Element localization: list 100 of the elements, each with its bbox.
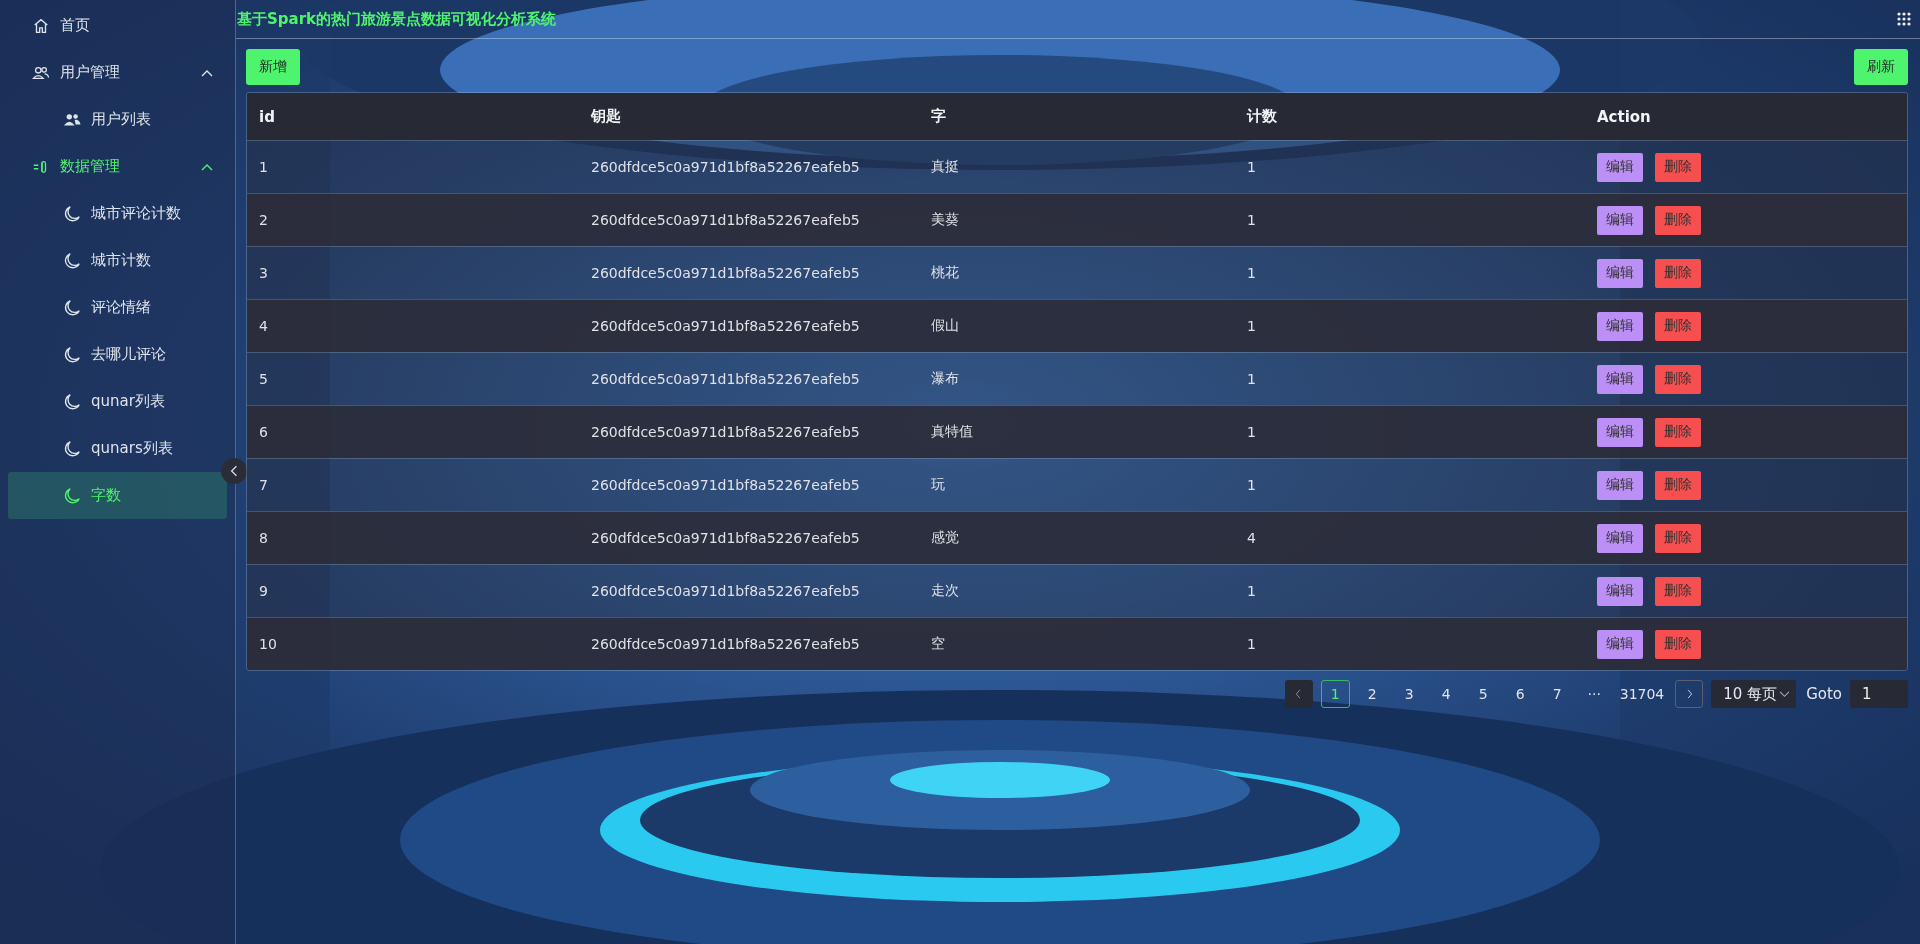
page-button[interactable]: 5	[1468, 680, 1498, 708]
table-cell-text: 2	[259, 212, 269, 228]
menu-label: 去哪儿评论	[91, 345, 166, 364]
delete-button[interactable]: 删除	[1655, 470, 1701, 500]
chevron-right-icon	[1685, 689, 1693, 699]
page-button[interactable]: ···	[1579, 680, 1609, 708]
refresh-button[interactable]: 刷新	[1854, 49, 1908, 85]
table-cell-text: 260dfdce5c0a971d1bf8a52267eafeb5	[591, 318, 861, 334]
table-cell-text: 桃花	[931, 264, 960, 282]
moon-icon	[63, 392, 81, 411]
table-cell-text: 260dfdce5c0a971d1bf8a52267eafeb5	[591, 530, 861, 546]
table-cell-text: 美葵	[931, 211, 960, 229]
menu-item[interactable]: qunars列表	[8, 425, 227, 472]
table-cell-text: 9	[259, 583, 269, 599]
menu-item[interactable]: 首页	[8, 2, 227, 49]
table-cell-text: 1	[1247, 159, 1257, 175]
moon-icon	[63, 439, 81, 458]
table-cell-text: 1	[1247, 212, 1257, 228]
page-button[interactable]: 3	[1394, 680, 1424, 708]
edit-button[interactable]: 编辑	[1597, 205, 1643, 235]
delete-button[interactable]: 删除	[1655, 258, 1701, 288]
table-cell-text: 260dfdce5c0a971d1bf8a52267eafeb5	[591, 636, 861, 652]
edit-button[interactable]: 编辑	[1597, 364, 1643, 394]
chevron-left-icon	[230, 465, 238, 477]
table-cell-text: 感觉	[931, 529, 960, 547]
table-cell-text: 1	[259, 159, 269, 175]
menu-item[interactable]: 用户列表	[8, 96, 227, 143]
column-header: 字	[931, 107, 947, 126]
edit-button[interactable]: 编辑	[1597, 470, 1643, 500]
table-cell-text: 真挺	[931, 158, 960, 176]
column-header: id	[259, 107, 276, 126]
table-cell-text: 1	[1247, 424, 1257, 440]
goto-label: Goto	[1806, 685, 1842, 703]
table-cell-text: 6	[259, 424, 269, 440]
chevron-left-icon	[1295, 689, 1303, 699]
table-cell-text: 8	[259, 530, 269, 546]
table-cell-text: 260dfdce5c0a971d1bf8a52267eafeb5	[591, 424, 861, 440]
column-header: 钥匙	[591, 107, 622, 126]
delete-button[interactable]: 删除	[1655, 523, 1701, 553]
moon-icon	[63, 486, 81, 505]
edit-button[interactable]: 编辑	[1597, 152, 1643, 182]
menu-item[interactable]: 城市评论计数	[8, 190, 227, 237]
delete-button[interactable]: 删除	[1655, 417, 1701, 447]
table-cell-text: 真特值	[931, 423, 974, 441]
table-cell-text: 1	[1247, 477, 1257, 493]
edit-button[interactable]: 编辑	[1597, 629, 1643, 659]
table-cell-text: 5	[259, 371, 269, 387]
menu-item[interactable]: 城市计数	[8, 237, 227, 284]
page-button[interactable]: 7	[1542, 680, 1572, 708]
moon-icon	[63, 298, 81, 317]
edit-button[interactable]: 编辑	[1597, 523, 1643, 553]
delete-button[interactable]: 删除	[1655, 629, 1701, 659]
table-cell-text: 7	[259, 477, 269, 493]
edit-button[interactable]: 编辑	[1597, 311, 1643, 341]
edit-button[interactable]: 编辑	[1597, 258, 1643, 288]
table-cell-text: 260dfdce5c0a971d1bf8a52267eafeb5	[591, 265, 861, 281]
page-button[interactable]: 4	[1431, 680, 1461, 708]
table-cell-text: 260dfdce5c0a971d1bf8a52267eafeb5	[591, 371, 861, 387]
moon-icon	[63, 345, 81, 364]
add-button[interactable]: 新增	[246, 49, 300, 85]
table-cell-text: 假山	[931, 317, 960, 335]
moon-icon	[63, 204, 81, 223]
table-cell-text: 4	[259, 318, 269, 334]
menu-label: 城市评论计数	[91, 204, 181, 223]
delete-button[interactable]: 删除	[1655, 364, 1701, 394]
delete-button[interactable]: 删除	[1655, 576, 1701, 606]
page-button[interactable]: 6	[1505, 680, 1535, 708]
menu-item[interactable]: 用户管理	[8, 49, 227, 96]
menu-item[interactable]: 去哪儿评论	[8, 331, 227, 378]
delete-button[interactable]: 删除	[1655, 311, 1701, 341]
table-cell-text: 260dfdce5c0a971d1bf8a52267eafeb5	[591, 477, 861, 493]
delete-button[interactable]: 删除	[1655, 152, 1701, 182]
table-cell-text: 1	[1247, 265, 1257, 281]
edit-button[interactable]: 编辑	[1597, 576, 1643, 606]
menu-label: 城市计数	[91, 251, 151, 270]
menu-label: 字数	[91, 486, 121, 505]
page-button[interactable]: 31704	[1616, 680, 1668, 708]
apps-grid-icon[interactable]	[1896, 11, 1912, 27]
home-icon	[32, 16, 50, 35]
menu-label: qunar列表	[91, 392, 165, 411]
menu-item[interactable]: qunar列表	[8, 378, 227, 425]
menu-item[interactable]: 数据管理	[8, 143, 227, 190]
page-button[interactable]: 2	[1357, 680, 1387, 708]
table-cell-text: 1	[1247, 583, 1257, 599]
table-cell-text: 瀑布	[931, 370, 960, 388]
table-cell-text: 260dfdce5c0a971d1bf8a52267eafeb5	[591, 583, 861, 599]
moon-icon	[63, 251, 81, 270]
menu-item[interactable]: 评论情绪	[8, 284, 227, 331]
page-size-select[interactable]: 10 每页	[1711, 680, 1797, 708]
edit-button[interactable]: 编辑	[1597, 417, 1643, 447]
goto-input[interactable]: 1	[1850, 680, 1908, 708]
table-cell-text: 1	[1247, 318, 1257, 334]
delete-button[interactable]: 删除	[1655, 205, 1701, 235]
menu-label: 评论情绪	[91, 298, 151, 317]
page-size-value: 10 每页	[1723, 684, 1778, 704]
menu-label: 用户管理	[60, 63, 120, 82]
column-header: 计数	[1247, 107, 1278, 126]
page-button[interactable]: 1	[1320, 680, 1350, 708]
table-cell-text: 260dfdce5c0a971d1bf8a52267eafeb5	[591, 212, 861, 228]
menu-item[interactable]: 字数	[8, 472, 227, 519]
